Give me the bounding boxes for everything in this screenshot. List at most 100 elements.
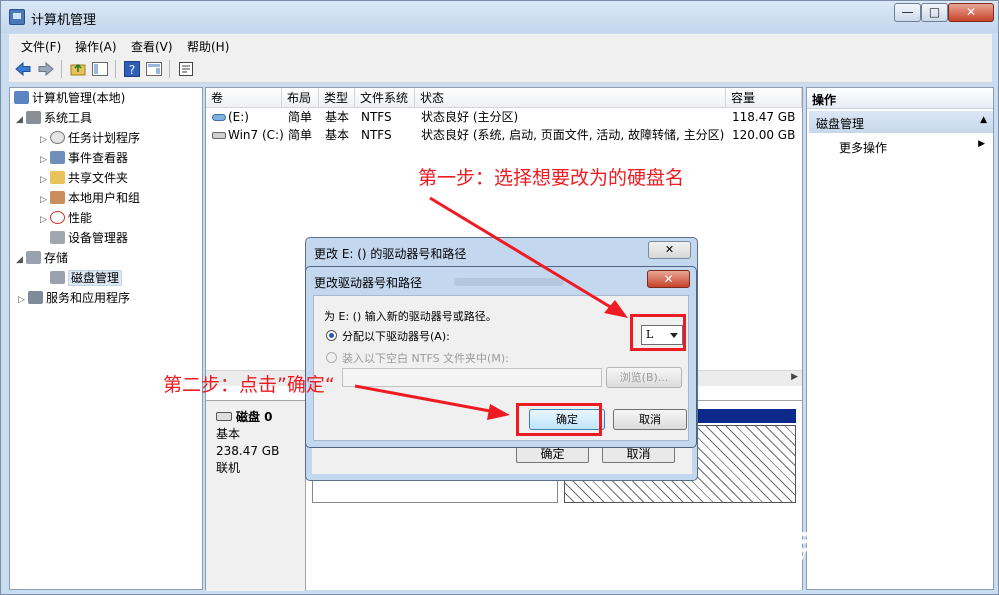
cell-filesystem: NTFS	[361, 128, 392, 142]
mount-folder-label: 装入以下空白 NTFS 文件夹中(M):	[342, 352, 509, 365]
expand-icon[interactable]: ▷	[40, 171, 50, 189]
tree-shared-folders[interactable]: ▷ 共享文件夹	[40, 169, 128, 187]
shared-folder-icon	[50, 171, 65, 184]
highlight-drive-letter	[630, 314, 686, 351]
cell-status: 状态良好 (系统, 启动, 页面文件, 活动, 故障转储, 主分区)	[421, 128, 725, 142]
window-title: 计算机管理	[31, 13, 97, 28]
disk-info[interactable]: 磁盘 0 基本 238.47 GB 联机	[206, 401, 306, 591]
expand-icon[interactable]: ▷	[40, 151, 50, 169]
menu-view[interactable]: 查看(V)	[131, 38, 173, 55]
dialog-prompt: 为 E: () 输入新的驱动器号或路径。	[324, 310, 497, 323]
expand-icon[interactable]: ▷	[18, 291, 28, 309]
cell-type: 基本	[325, 110, 350, 124]
col-type[interactable]: 类型	[319, 88, 355, 108]
event-viewer-icon	[50, 151, 65, 164]
tree-event-viewer[interactable]: ▷ 事件查看器	[40, 149, 128, 167]
menu-file[interactable]: 文件(F)	[21, 38, 61, 55]
dialog-close-button[interactable]: ✕	[647, 270, 690, 288]
users-icon	[50, 191, 65, 204]
cell-layout: 简单	[288, 128, 313, 142]
assign-letter-label[interactable]: 分配以下驱动器号(A):	[342, 328, 450, 344]
back-icon[interactable]	[14, 60, 32, 78]
cancel-button[interactable]: 取消	[613, 409, 687, 430]
dialog-title: 更改驱动器号和路径	[314, 276, 423, 290]
help-icon[interactable]: ?	[123, 60, 141, 78]
export-icon[interactable]	[177, 60, 195, 78]
maximize-button[interactable]: □	[921, 3, 948, 22]
tree-performance[interactable]: ▷ 性能	[40, 209, 92, 227]
disk-management-icon	[50, 271, 65, 284]
toolbar: ?	[9, 56, 992, 83]
cancel-button-behind[interactable]: 取消	[602, 446, 675, 463]
tree-system-tools[interactable]: ◢ 系统工具	[16, 109, 92, 127]
expand-icon[interactable]: ▷	[40, 131, 50, 149]
col-capacity[interactable]: 容量	[726, 88, 802, 108]
cell-filesystem: NTFS	[361, 110, 392, 124]
clock-icon	[50, 131, 65, 144]
forward-icon[interactable]	[37, 60, 55, 78]
storage-icon	[26, 251, 41, 264]
volume-list-header: 卷 布局 类型 文件系统 状态 容量	[206, 88, 802, 108]
cell-status: 状态良好 (主分区)	[421, 110, 519, 124]
watermark-url: jingyan.baidu.com	[775, 547, 895, 562]
collapse-icon[interactable]: ◢	[16, 251, 26, 269]
menu-help[interactable]: 帮助(H)	[187, 38, 229, 55]
tools-icon	[26, 111, 41, 124]
tree-local-users[interactable]: ▷ 本地用户和组	[40, 189, 140, 207]
assign-letter-radio[interactable]	[326, 330, 337, 341]
title-bar[interactable]: 计算机管理 — □ ✕	[1, 1, 998, 33]
device-manager-icon	[50, 231, 65, 244]
scroll-right-icon[interactable]: ▶	[791, 372, 798, 382]
col-filesystem[interactable]: 文件系统	[355, 88, 415, 108]
change-drive-letter-path-dialog: 更改驱动器号和路径 ✕ 为 E: () 输入新的驱动器号或路径。 分配以下驱动器…	[305, 266, 697, 448]
tree-storage[interactable]: ◢ 存储	[16, 249, 68, 267]
submenu-arrow-icon: ▶	[978, 139, 985, 149]
menu-bar: 文件(F) 操作(A) 查看(V) 帮助(H)	[9, 34, 992, 56]
services-icon	[28, 291, 43, 304]
cell-volume: Win7 (C:)	[228, 128, 284, 142]
disk-name: 磁盘 0	[236, 410, 273, 424]
tree-disk-management[interactable]: 磁盘管理	[50, 269, 123, 287]
expand-icon[interactable]: ▷	[40, 191, 50, 209]
cell-layout: 简单	[288, 110, 313, 124]
menu-action[interactable]: 操作(A)	[75, 38, 117, 55]
col-volume[interactable]: 卷	[206, 88, 282, 108]
actions-header: 操作	[807, 88, 993, 109]
col-status[interactable]: 状态	[415, 88, 726, 108]
computer-management-icon	[9, 9, 25, 25]
close-button[interactable]: ✕	[948, 3, 994, 22]
table-row[interactable]: Win7 (C:) 简单 基本 NTFS 状态良好 (系统, 启动, 页面文件,…	[206, 127, 802, 144]
actions-section-disk-management[interactable]: 磁盘管理 ▲	[809, 111, 993, 133]
cell-capacity: 120.00 GB	[732, 128, 796, 142]
highlight-ok-button	[516, 403, 602, 436]
performance-icon	[50, 211, 65, 224]
minimize-button[interactable]: —	[894, 3, 921, 22]
disk-icon	[216, 412, 232, 421]
dialog-close-button[interactable]: ✕	[648, 241, 691, 259]
tree-task-scheduler[interactable]: ▷ 任务计划程序	[40, 129, 140, 147]
disk-type: 基本	[216, 427, 241, 441]
collapse-icon[interactable]: ◢	[16, 111, 26, 129]
expand-icon[interactable]: ▷	[40, 211, 50, 229]
ok-button-behind[interactable]: 确定	[516, 446, 589, 463]
browse-button[interactable]: 浏览(B)...	[606, 367, 682, 388]
table-row[interactable]: (E:) 简单 基本 NTFS 状态良好 (主分区) 118.47 GB	[206, 109, 802, 126]
tree-root[interactable]: 计算机管理(本地)	[14, 89, 125, 107]
col-layout[interactable]: 布局	[282, 88, 319, 108]
folder-path-input[interactable]	[342, 368, 602, 387]
up-folder-icon[interactable]	[69, 60, 87, 78]
collapse-up-icon[interactable]: ▲	[980, 115, 987, 125]
mount-folder-radio[interactable]	[326, 352, 337, 363]
annotation-step1: 第一步：选择想要改为的硬盘名	[418, 167, 685, 189]
navigation-tree: 计算机管理(本地) ◢ 系统工具 ▷ 任务计划程序 ▷ 事件查看器 ▷ 共享文件夹 ▷ 本…	[9, 87, 203, 590]
annotation-step2: 第二步：点击”确定“	[163, 374, 335, 396]
cell-type: 基本	[325, 128, 350, 142]
tree-device-manager[interactable]: 设备管理器	[50, 229, 128, 247]
dialog-title: 更改 E: () 的驱动器号和路径	[314, 247, 467, 261]
properties-icon[interactable]	[145, 60, 163, 78]
blurred-title-text	[454, 278, 564, 286]
tree-services[interactable]: ▷ 服务和应用程序	[18, 289, 130, 307]
more-actions-item[interactable]: 更多操作	[839, 139, 887, 156]
show-hide-tree-icon[interactable]	[91, 60, 109, 78]
disk-status: 联机	[216, 461, 241, 475]
